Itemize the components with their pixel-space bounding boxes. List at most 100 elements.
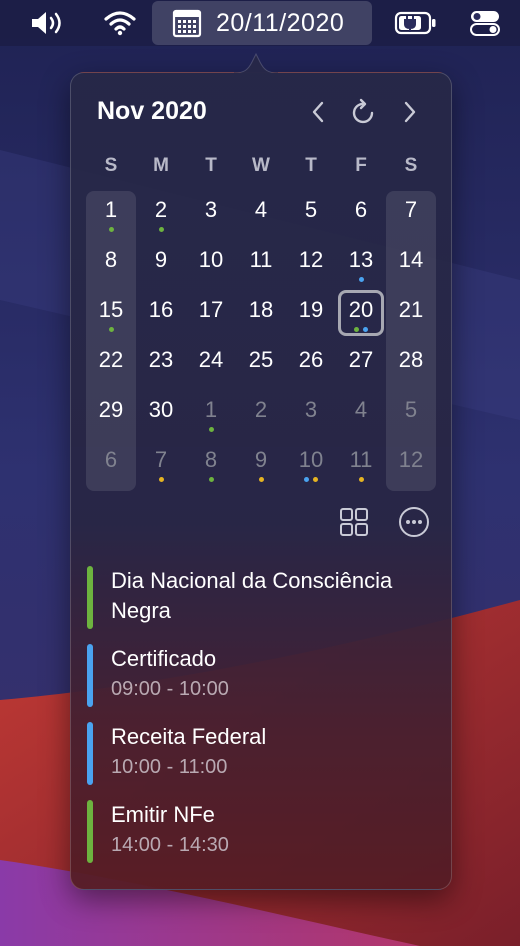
menu-bar: 20/11/2020 xyxy=(0,0,520,46)
day-number: 16 xyxy=(148,297,174,322)
day-cell[interactable]: 9 xyxy=(136,238,186,288)
day-cell[interactable]: 7 xyxy=(386,188,436,238)
menubar-date-button[interactable]: 20/11/2020 xyxy=(152,1,372,45)
day-cell[interactable]: 13 xyxy=(336,238,386,288)
event-item[interactable]: Receita Federal 10:00 - 11:00 xyxy=(87,722,437,785)
day-number: 17 xyxy=(198,297,224,322)
previous-month-button[interactable] xyxy=(303,95,333,129)
day-number: 14 xyxy=(398,247,424,272)
event-item[interactable]: Emitir NFe 14:00 - 14:30 xyxy=(87,800,437,863)
grid-view-button[interactable] xyxy=(337,505,371,539)
chevron-right-icon xyxy=(404,101,416,123)
day-cell[interactable]: 2 xyxy=(236,388,286,438)
day-number: 24 xyxy=(198,347,224,372)
day-number: 7 xyxy=(154,447,168,472)
event-title-continued: Negra xyxy=(111,598,171,623)
battery-charging-icon[interactable] xyxy=(394,8,438,38)
day-cell[interactable]: 5 xyxy=(386,388,436,438)
event-dot xyxy=(363,327,368,332)
event-time: 09:00 - 10:00 xyxy=(111,678,229,700)
day-number: 18 xyxy=(248,297,274,322)
day-cell[interactable]: 1 xyxy=(86,188,136,238)
event-dot xyxy=(108,227,114,232)
event-dot xyxy=(313,477,318,482)
day-number: 4 xyxy=(254,197,268,222)
day-cell[interactable]: 25 xyxy=(236,338,286,388)
event-dot xyxy=(208,427,214,432)
day-number: 1 xyxy=(204,397,218,422)
day-cell[interactable]: 27 xyxy=(336,338,386,388)
day-cell[interactable]: 11 xyxy=(236,238,286,288)
day-cell[interactable]: 11 xyxy=(336,438,386,488)
day-number: 12 xyxy=(298,247,324,272)
day-cell[interactable]: 5 xyxy=(286,188,336,238)
volume-icon[interactable] xyxy=(28,8,68,38)
day-cell[interactable]: 4 xyxy=(336,388,386,438)
day-number: 12 xyxy=(398,447,424,472)
event-item[interactable]: Certificado 09:00 - 10:00 xyxy=(87,644,437,707)
day-number: 22 xyxy=(98,347,124,372)
day-cell[interactable]: 28 xyxy=(386,338,436,388)
day-number: 10 xyxy=(298,447,324,472)
day-cell-today[interactable]: 20 xyxy=(336,288,386,338)
event-color-bar xyxy=(87,722,93,785)
day-number: 3 xyxy=(304,397,318,422)
event-dots xyxy=(186,427,236,432)
day-cell[interactable]: 19 xyxy=(286,288,336,338)
day-cell[interactable]: 12 xyxy=(386,438,436,488)
day-cell[interactable]: 23 xyxy=(136,338,186,388)
weekday-label: S xyxy=(404,155,418,176)
day-cell[interactable]: 4 xyxy=(236,188,286,238)
day-number: 23 xyxy=(148,347,174,372)
grid-icon xyxy=(340,508,368,536)
weekday-label: M xyxy=(153,155,169,176)
weekday-label: T xyxy=(305,155,317,176)
day-cell[interactable]: 1 xyxy=(186,388,236,438)
day-cell[interactable]: 8 xyxy=(186,438,236,488)
day-cell[interactable]: 30 xyxy=(136,388,186,438)
day-cell[interactable]: 9 xyxy=(236,438,286,488)
day-cell[interactable]: 29 xyxy=(86,388,136,438)
day-cell[interactable]: 6 xyxy=(336,188,386,238)
day-number: 4 xyxy=(354,397,368,422)
event-dots xyxy=(136,227,186,232)
event-dots xyxy=(136,477,186,482)
weekday-label: F xyxy=(355,155,367,176)
event-title: Receita Federal xyxy=(111,724,267,749)
day-number: 9 xyxy=(154,247,168,272)
ellipsis-circle-icon xyxy=(399,507,429,537)
day-cell[interactable]: 22 xyxy=(86,338,136,388)
calendar-popover: Nov 2020 SMTWTFS 1 2 3 4 5 6 7 8 9 10 11 12 13 14 15 16… xyxy=(70,72,452,890)
day-cell[interactable]: 7 xyxy=(136,438,186,488)
event-dots xyxy=(86,227,136,232)
day-cell[interactable]: 3 xyxy=(186,188,236,238)
event-dot xyxy=(158,227,164,232)
day-cell[interactable]: 21 xyxy=(386,288,436,338)
day-cell[interactable]: 10 xyxy=(186,238,236,288)
event-list: Dia Nacional da Consciência Negra Certific… xyxy=(87,566,437,863)
event-item[interactable]: Dia Nacional da Consciência Negra xyxy=(87,566,437,629)
day-cell[interactable]: 26 xyxy=(286,338,336,388)
day-cell[interactable]: 14 xyxy=(386,238,436,288)
day-cell[interactable]: 8 xyxy=(86,238,136,288)
day-number: 8 xyxy=(204,447,218,472)
control-center-icon[interactable] xyxy=(468,8,502,38)
event-title: Emitir NFe xyxy=(111,802,215,827)
day-cell[interactable]: 3 xyxy=(286,388,336,438)
day-cell[interactable]: 15 xyxy=(86,288,136,338)
more-options-button[interactable] xyxy=(397,505,431,539)
day-cell[interactable]: 18 xyxy=(236,288,286,338)
wifi-icon[interactable] xyxy=(102,8,138,38)
day-number: 6 xyxy=(104,447,118,472)
day-cell[interactable]: 10 xyxy=(286,438,336,488)
day-cell[interactable]: 6 xyxy=(86,438,136,488)
day-cell[interactable]: 16 xyxy=(136,288,186,338)
day-cell[interactable]: 2 xyxy=(136,188,186,238)
event-dots xyxy=(186,477,236,482)
day-cell[interactable]: 17 xyxy=(186,288,236,338)
day-cell[interactable]: 12 xyxy=(286,238,336,288)
event-dot xyxy=(358,477,364,482)
next-month-button[interactable] xyxy=(395,95,425,129)
day-cell[interactable]: 24 xyxy=(186,338,236,388)
today-refresh-button[interactable] xyxy=(349,95,379,129)
